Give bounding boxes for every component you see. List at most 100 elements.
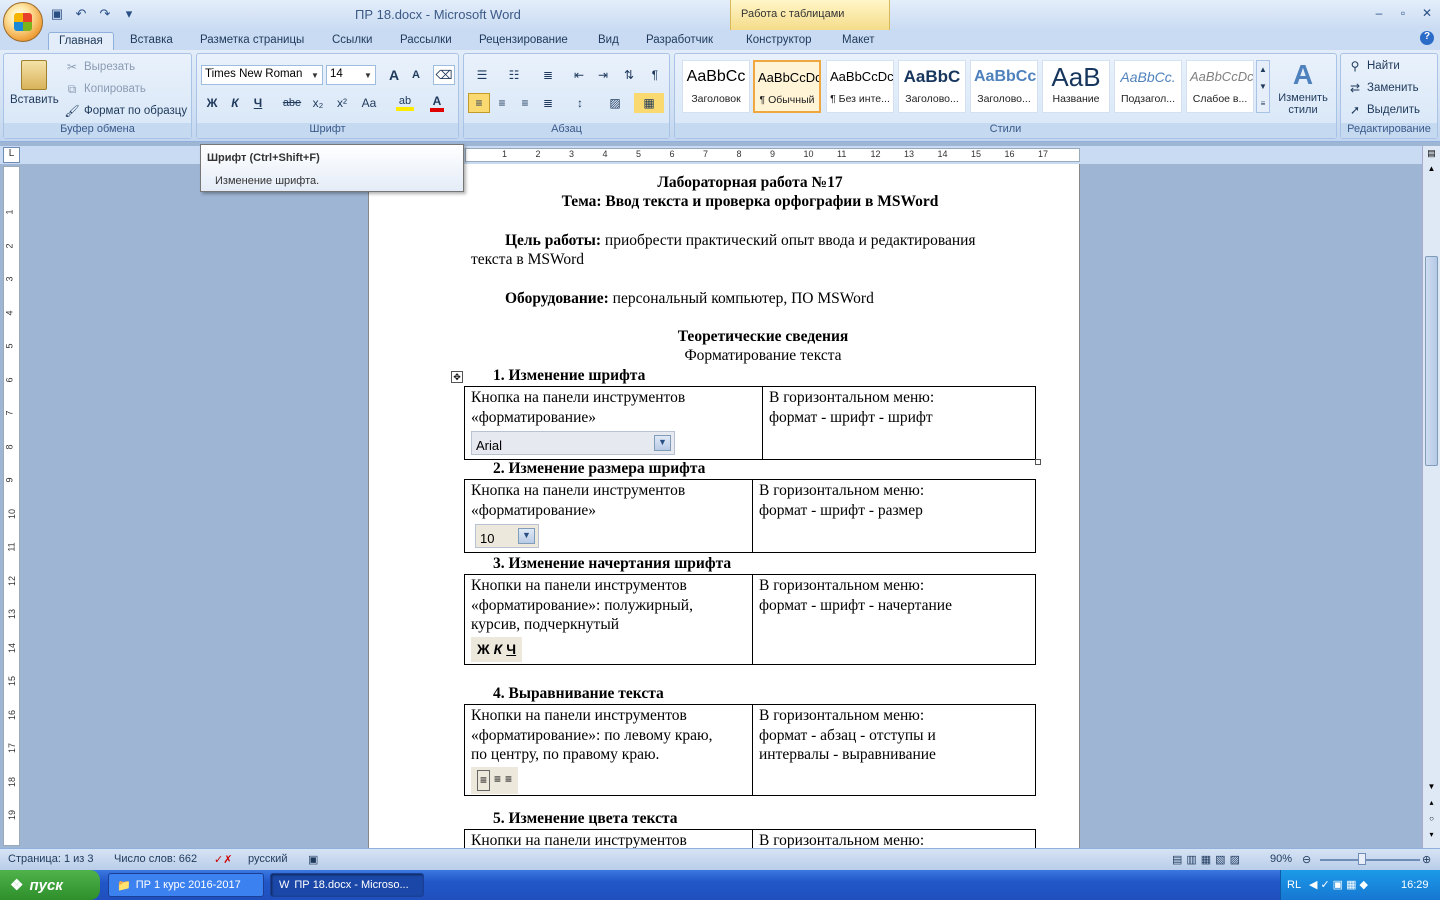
previous-page-icon[interactable]: ▴ — [1425, 798, 1438, 810]
paste-button[interactable]: Вставить — [10, 58, 59, 116]
style-heading-2[interactable]: AaBbCc Заголово... — [970, 60, 1038, 113]
tab-page-layout[interactable]: Разметка страницы — [190, 32, 314, 51]
view-buttons[interactable]: ▤▥▦▧▨ — [1172, 853, 1244, 866]
styles-scroll[interactable]: ▲ ▼ ≡ — [1256, 60, 1270, 113]
shading-icon[interactable]: ▨ — [600, 93, 630, 113]
cut-button[interactable]: ✂ Вырезать — [64, 59, 135, 75]
taskbar-item-word[interactable]: W ПР 18.docx - Microso... — [270, 873, 424, 897]
word-icon: W — [279, 879, 290, 891]
scroll-up-icon[interactable]: ▲ — [1425, 164, 1438, 176]
ruler-mark: 5 — [636, 149, 642, 159]
minimize-button[interactable]: ‒ — [1366, 6, 1392, 20]
spellcheck-icon[interactable]: ✓✗ — [214, 853, 232, 866]
show-marks-icon[interactable]: ¶ — [644, 65, 666, 85]
tab-review[interactable]: Рецензирование — [469, 32, 578, 51]
save-icon[interactable]: ▣ — [48, 5, 66, 23]
zoom-level[interactable]: 90% — [1270, 853, 1292, 865]
style-subtle-emphasis[interactable]: AaBbCcDc Слабое в... — [1186, 60, 1254, 113]
close-button[interactable]: ✕ — [1414, 6, 1440, 20]
document-page[interactable]: Лабораторная работа №17 Тема: Ввод текст… — [368, 164, 1080, 848]
style-title[interactable]: AaB Название — [1042, 60, 1110, 113]
shrink-font-button[interactable]: A — [405, 65, 427, 85]
tab-developer[interactable]: Разработчик — [636, 32, 723, 51]
zoom-slider-thumb[interactable] — [1358, 853, 1366, 865]
clock[interactable]: 16:29 — [1401, 879, 1429, 891]
format-painter-button[interactable]: 🖌 Формат по образцу — [64, 103, 187, 119]
highlight-button[interactable]: ab — [391, 93, 419, 113]
tab-insert[interactable]: Вставка — [120, 32, 183, 51]
style-normal[interactable]: AaBbCcDc ¶ Обычный — [753, 60, 821, 113]
find-button[interactable]: ⚲ Найти — [1347, 58, 1400, 74]
replace-button[interactable]: ⇄ Заменить — [1347, 80, 1419, 96]
vertical-ruler[interactable]: 1 2 3 4 5 6 7 8 9 10 11 12 13 14 15 16 17 18 19 — [3, 166, 20, 846]
zoom-out-icon[interactable]: ⊖ — [1302, 853, 1311, 866]
numbering-icon[interactable]: ☷ — [500, 65, 528, 85]
language-indicator[interactable]: русский — [248, 853, 287, 865]
borders-icon[interactable]: ▦ — [634, 93, 664, 113]
select-button[interactable]: ➚ Выделить — [1347, 102, 1420, 118]
strikethrough-button[interactable]: abe — [281, 93, 303, 113]
tray-icons[interactable]: ◀✓▣▦◆ — [1309, 878, 1371, 891]
font-family-combo[interactable]: Times New Roman ▼ — [201, 65, 323, 85]
maximize-button[interactable]: ▫ — [1390, 6, 1416, 20]
underline-button[interactable]: Ч — [247, 93, 269, 113]
help-icon[interactable]: ? — [1420, 31, 1434, 45]
start-button[interactable]: ❖ пуск — [0, 870, 100, 900]
tab-layout[interactable]: Макет — [832, 32, 885, 51]
style-subtitle[interactable]: AaBbCc. Подзагол... — [1114, 60, 1182, 113]
macro-record-icon[interactable]: ▣ — [308, 853, 318, 866]
grow-font-button[interactable]: A — [383, 65, 405, 85]
align-center-icon[interactable]: ≡ — [491, 93, 513, 113]
tab-mailings[interactable]: Рассылки — [390, 32, 462, 51]
tab-home[interactable]: Главная — [48, 32, 114, 51]
font-color-button[interactable]: A — [423, 93, 451, 113]
style-heading[interactable]: AaBbCc Заголовок — [682, 60, 750, 113]
browse-object-icon[interactable]: ○ — [1425, 814, 1438, 826]
superscript-button[interactable]: x² — [331, 93, 353, 113]
sort-icon[interactable]: ⇅ — [618, 65, 640, 85]
style-heading-1[interactable]: AaBbC Заголово... — [898, 60, 966, 113]
table-move-handle-icon[interactable]: ✥ — [451, 371, 463, 383]
customize-qat-icon[interactable]: ▾ — [120, 5, 138, 23]
paragraph-group: ☰ ☷ ≣ ⇤ ⇥ ⇅ ¶ ≡ ≡ ≡ ≣ ↕ ▨ ▦ Абзац — [463, 53, 670, 139]
table-resize-handle[interactable] — [1035, 459, 1041, 465]
zoom-slider-track[interactable] — [1320, 859, 1420, 861]
font-group: Times New Roman ▼ 14 ▼ A A ⌫ Ж К Ч abe x₂ … — [196, 53, 459, 139]
subscript-button[interactable]: x₂ — [307, 93, 329, 113]
copy-button[interactable]: ⧉ Копировать — [64, 81, 146, 97]
page-indicator[interactable]: Страница: 1 из 3 — [8, 853, 94, 865]
undo-icon[interactable]: ↶ — [72, 5, 90, 23]
line-spacing-icon[interactable]: ↕ — [566, 93, 594, 113]
tab-references[interactable]: Ссылки — [322, 32, 383, 51]
context-tab-header: Работа с таблицами — [730, 0, 890, 30]
align-left-icon[interactable]: ≡ — [468, 93, 490, 113]
clear-formatting-button[interactable]: ⌫ — [433, 65, 455, 85]
tab-view[interactable]: Вид — [588, 32, 629, 51]
bold-button[interactable]: Ж — [201, 93, 223, 113]
justify-icon[interactable]: ≣ — [537, 93, 559, 113]
increase-indent-icon[interactable]: ⇥ — [592, 65, 614, 85]
tab-selector-button[interactable]: L — [3, 147, 20, 163]
ruler-toggle-icon[interactable]: ▤ — [1425, 148, 1438, 161]
italic-button[interactable]: К — [224, 93, 246, 113]
next-page-icon[interactable]: ▾ — [1425, 830, 1438, 842]
style-no-spacing[interactable]: AaBbCcDc ¶ Без инте... — [826, 60, 894, 113]
redo-icon[interactable]: ↷ — [96, 5, 114, 23]
zoom-in-icon[interactable]: ⊕ — [1422, 853, 1431, 866]
decrease-indent-icon[interactable]: ⇤ — [568, 65, 590, 85]
t1-right-line1: В горизонтальном меню: — [769, 389, 935, 406]
tab-design[interactable]: Конструктор — [736, 32, 822, 51]
scroll-down-icon[interactable]: ▼ — [1425, 782, 1438, 794]
bullets-icon[interactable]: ☰ — [468, 65, 496, 85]
word-count[interactable]: Число слов: 662 — [114, 853, 197, 865]
taskbar-item-folder[interactable]: 📁 ПР 1 курс 2016-2017 — [108, 873, 264, 897]
scroll-thumb[interactable] — [1425, 256, 1438, 466]
change-styles-button[interactable]: A Изменить стили — [1272, 58, 1334, 120]
language-bar[interactable]: RL — [1287, 879, 1301, 891]
align-right-icon[interactable]: ≡ — [514, 93, 536, 113]
office-button[interactable] — [3, 2, 43, 42]
multilevel-list-icon[interactable]: ≣ — [534, 65, 562, 85]
vertical-scrollbar[interactable]: ▤ ▲ ▼ ▴ ○ ▾ — [1422, 146, 1440, 848]
change-case-button[interactable]: Aa — [355, 93, 383, 113]
font-size-combo[interactable]: 14 ▼ — [326, 65, 376, 85]
